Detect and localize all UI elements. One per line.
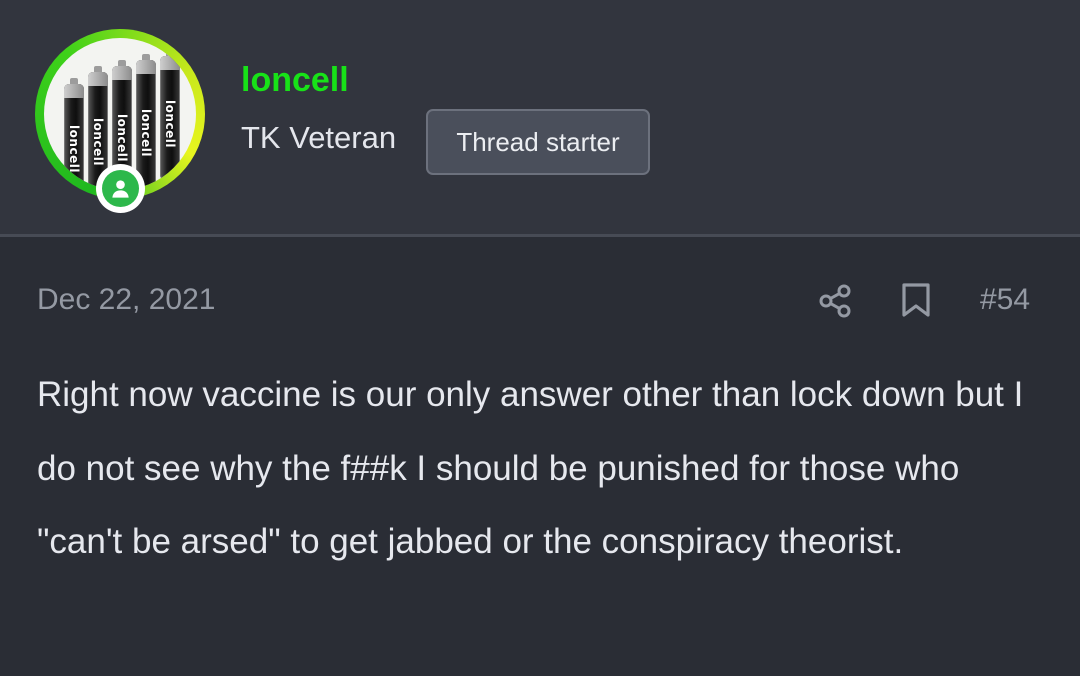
username-link[interactable]: loncell bbox=[241, 58, 349, 102]
user-online-icon bbox=[112, 180, 129, 198]
thread-starter-badge: Thread starter bbox=[426, 109, 650, 175]
post-number-link[interactable]: #54 bbox=[980, 280, 1030, 320]
share-icon[interactable] bbox=[817, 283, 853, 319]
bookmark-icon[interactable] bbox=[899, 282, 933, 318]
post-body-text: Right now vaccine is our only answer oth… bbox=[37, 375, 1024, 561]
avatar-battery: loncell bbox=[160, 50, 180, 180]
header-divider bbox=[0, 234, 1080, 237]
avatar-battery: loncell bbox=[136, 54, 156, 190]
online-status-badge bbox=[96, 164, 145, 213]
user-title: TK Veteran bbox=[241, 120, 397, 155]
avatar-battery: loncell bbox=[64, 78, 84, 190]
post-date[interactable]: Dec 22, 2021 bbox=[37, 280, 215, 320]
